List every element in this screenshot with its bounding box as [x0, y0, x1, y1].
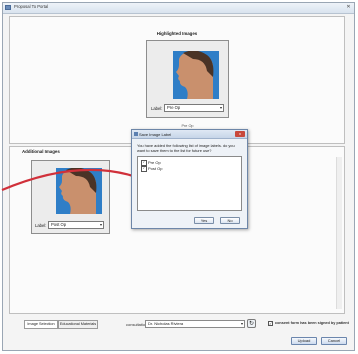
- patient-profile-image: [173, 51, 219, 99]
- highlighted-image-caption: Pre Op: [181, 124, 194, 128]
- consultation-select[interactable]: Dr. Nicholas Riviera ▾: [145, 320, 245, 328]
- highlighted-label-prefix: Label:: [151, 106, 163, 111]
- dialog-icon: [134, 132, 138, 136]
- additional-label-value: Post Op: [51, 222, 67, 227]
- cancel-button[interactable]: Cancel: [321, 337, 347, 345]
- consultation-value: Dr. Nicholas Riviera: [148, 321, 184, 326]
- dialog-title-bar: Save Image Label x: [132, 130, 247, 139]
- close-window-button[interactable]: ✕: [345, 4, 352, 11]
- dialog-title: Save Image Label: [139, 131, 172, 137]
- consent-label: consent form has been signed by patient: [275, 321, 349, 325]
- highlighted-label-select[interactable]: Pre Op ▾: [164, 104, 224, 112]
- label-item-text: Pre Op: [148, 160, 161, 165]
- checkbox-checked-icon[interactable]: ✓: [141, 166, 147, 172]
- refresh-icon[interactable]: ↻: [247, 319, 256, 328]
- save-image-label-dialog: Save Image Label x You have added the fo…: [131, 129, 248, 229]
- upload-button[interactable]: Upload: [291, 337, 317, 345]
- dialog-message: You have added the following list of ima…: [137, 143, 235, 153]
- label-item-text: Post Op: [148, 166, 163, 171]
- chevron-down-icon: ▾: [240, 321, 243, 326]
- additional-images-title: Additional Images: [22, 149, 60, 154]
- patient-photo-post-op[interactable]: [56, 168, 102, 214]
- dialog-close-button[interactable]: x: [235, 131, 245, 137]
- chevron-down-icon: ▾: [219, 105, 222, 110]
- title-bar: Proposal To Portal ✕: [3, 3, 354, 14]
- patient-photo-pre-op[interactable]: [173, 51, 219, 99]
- label-item-pre-op[interactable]: ✓ Pre Op: [141, 160, 161, 166]
- dialog-no-button[interactable]: No: [220, 217, 240, 224]
- tab-educational-materials[interactable]: Educational Materials: [58, 320, 98, 329]
- checkbox-checked-icon[interactable]: ✓: [141, 160, 147, 166]
- highlighted-images-title: Highlighted Images: [156, 31, 198, 36]
- window-title: Proposal To Portal: [14, 4, 49, 9]
- label-listbox[interactable]: ✓ Pre Op ✓ Post Op: [137, 156, 242, 211]
- label-item-post-op[interactable]: ✓ Post Op: [141, 166, 162, 172]
- vertical-scrollbar[interactable]: [336, 157, 342, 309]
- tab-image-selection[interactable]: Image Selection: [24, 320, 58, 329]
- additional-label-prefix: Label:: [35, 223, 47, 228]
- chevron-down-icon: ▾: [99, 222, 102, 227]
- additional-label-select[interactable]: Post Op ▾: [48, 221, 104, 229]
- app-icon: [5, 5, 11, 10]
- consent-checkbox[interactable]: ✓: [268, 321, 273, 326]
- patient-profile-image: [56, 168, 102, 214]
- highlighted-image-card[interactable]: Label: Pre Op ▾: [146, 40, 229, 118]
- additional-image-card[interactable]: Label: Post Op ▾: [31, 160, 110, 234]
- dialog-yes-button[interactable]: Yes: [194, 217, 214, 224]
- highlighted-label-value: Pre Op: [167, 105, 181, 110]
